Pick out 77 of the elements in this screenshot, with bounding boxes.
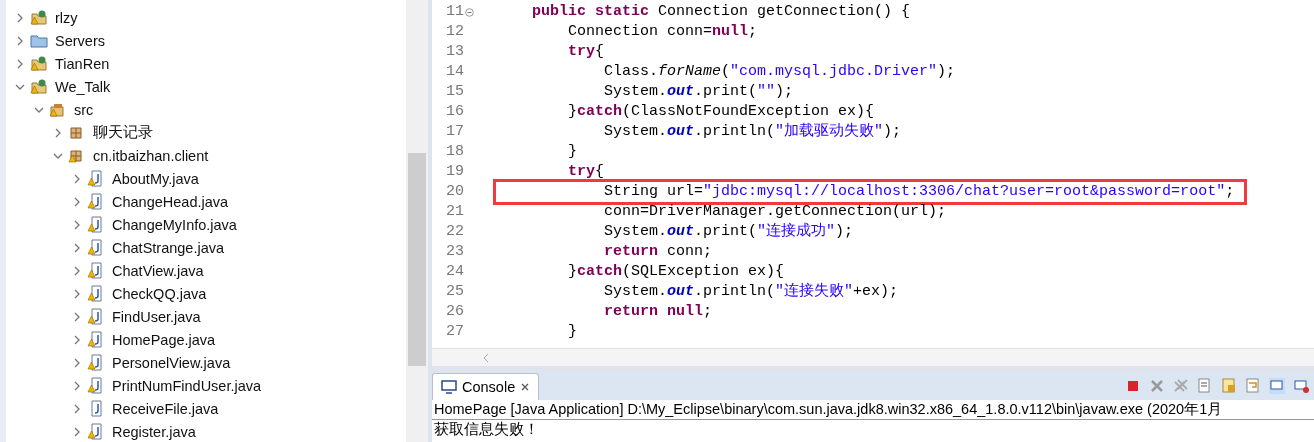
tree-item-label[interactable]: CheckQQ.java <box>112 285 207 302</box>
code-line: Class.forName("com.mysql.jdbc.Driver"); <box>603 62 956 82</box>
java-file-icon <box>87 262 105 279</box>
folder-icon <box>30 32 48 49</box>
code-line: public static Connection getConnection() { <box>531 2 911 22</box>
console-tab[interactable]: Console <box>432 373 540 400</box>
tree-item-label[interactable]: PrintNumFindUser.java <box>112 377 262 394</box>
code-line: }catch(ClassNotFoundException ex){ <box>567 102 875 122</box>
line-number: 26 <box>446 302 464 322</box>
tree-item-label[interactable]: Servers <box>55 32 105 49</box>
tree-item-label[interactable]: We_Talk <box>55 78 111 95</box>
tree-item-label[interactable]: AboutMy.java <box>112 170 199 187</box>
code-line: } <box>567 322 577 342</box>
line-number: 16 <box>446 102 464 122</box>
project-icon <box>30 9 48 26</box>
line-number: 22 <box>446 222 464 242</box>
tree-item-label[interactable]: cn.itbaizhan.client <box>93 147 209 164</box>
java-file-icon <box>87 354 105 371</box>
scrollbar-thumb[interactable] <box>408 153 426 366</box>
code-line: return null; <box>603 302 713 322</box>
line-number: 21 <box>446 202 464 222</box>
code-line: System.out.print("连接成功"); <box>603 222 854 242</box>
java-file-icon <box>87 170 105 187</box>
java-file-icon <box>87 308 105 325</box>
project-icon <box>30 55 48 72</box>
tree-item-label[interactable]: ReceiveFile.java <box>112 400 219 417</box>
code-line: System.out.println("连接失败"+ex); <box>603 282 899 302</box>
code-line: System.out.println("加载驱动失败"); <box>603 122 902 142</box>
line-number: 20 <box>446 182 464 202</box>
tree-item-label[interactable]: 聊天记录 <box>93 123 153 142</box>
highlighted-code-line: String url="jdbc:mysql://localhost:3306/chat?user=root&password=root"; <box>496 182 1245 202</box>
line-number: 27 <box>446 322 464 342</box>
pin-console-icon[interactable] <box>1268 377 1286 395</box>
close-icon[interactable] <box>520 382 531 392</box>
tree-item-label[interactable]: rlzy <box>55 9 78 26</box>
line-number: 19 <box>446 162 464 182</box>
code-line: }catch(SQLException ex){ <box>567 262 785 282</box>
tree-item-label[interactable]: Register.java <box>112 423 196 440</box>
line-number: 15 <box>446 82 464 102</box>
java-file-icon <box>87 193 105 210</box>
line-number: 13 <box>446 42 464 62</box>
code-line: } <box>567 142 577 162</box>
source-folder-icon <box>49 101 67 118</box>
monitor-icon <box>441 380 457 394</box>
code-line: System.out.print(""); <box>603 82 794 102</box>
code-line: try{ <box>567 162 605 182</box>
line-number: 24 <box>446 262 464 282</box>
code-line: try{ <box>567 42 605 62</box>
tree-item-label[interactable]: PersonelView.java <box>112 354 231 371</box>
fold-toggle-icon[interactable] <box>465 7 474 17</box>
tree-item-label[interactable]: HomePage.java <box>112 331 216 348</box>
tree-item-label[interactable]: ChatStrange.java <box>112 239 225 256</box>
code-line: conn=DriverManager.getConnection(url); <box>603 202 947 222</box>
line-number: 14 <box>446 62 464 82</box>
console-launch-line: HomePage [Java Application] D:\My_Eclipse\binary\com.sun.java.jdk8.win32.x86_64_1.8.0.v112\bin\javaw.exe (2020年1月 <box>432 400 1314 420</box>
java-file-icon <box>87 377 105 394</box>
tree-item-label[interactable]: ChangeMyInfo.java <box>112 216 237 233</box>
line-number: 17 <box>446 122 464 142</box>
console-output: 获取信息失败！ <box>433 420 540 439</box>
code-line: Connection conn=null; <box>567 22 758 42</box>
line-number: 11 <box>446 2 464 22</box>
tree-item-label[interactable]: FindUser.java <box>112 308 201 325</box>
java-file-icon <box>87 285 105 302</box>
tree-item-label[interactable]: TianRen <box>55 55 110 72</box>
tree-item-label[interactable]: src <box>74 101 94 118</box>
java-file-icon <box>87 331 105 348</box>
tree-item-label[interactable]: ChatView.java <box>112 262 204 279</box>
tree-item-label[interactable]: ChangeHead.java <box>112 193 229 210</box>
line-number: 23 <box>446 242 464 262</box>
line-number: 25 <box>446 282 464 302</box>
code-line: return conn; <box>603 242 713 262</box>
line-number: 18 <box>446 142 464 162</box>
display-console-icon[interactable] <box>1292 377 1310 395</box>
java-file-icon <box>87 216 105 233</box>
project-icon <box>30 78 48 95</box>
java-file-icon <box>87 239 105 256</box>
line-number: 12 <box>446 22 464 42</box>
